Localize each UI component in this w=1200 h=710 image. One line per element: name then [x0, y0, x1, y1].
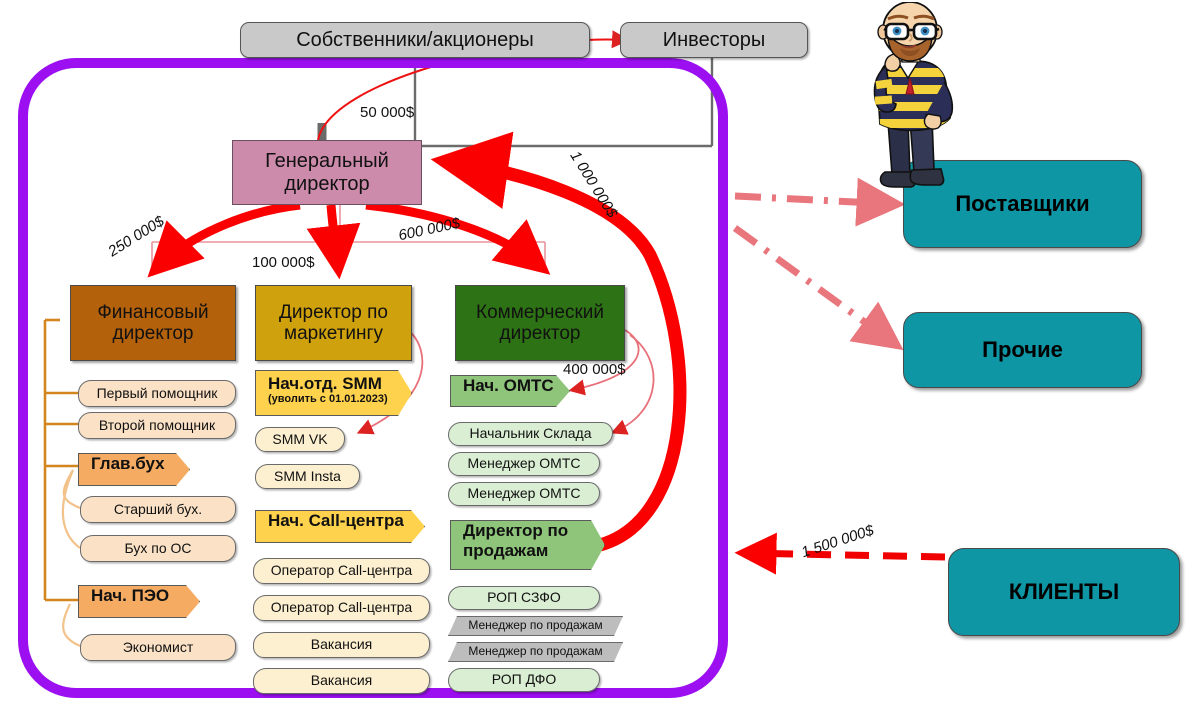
- node-first-assistant[interactable]: Первый помощник: [78, 380, 236, 407]
- org-chart-diagram: Собственники/акционеры Инвесторы Генерал…: [0, 0, 1200, 710]
- node-chief-accountant[interactable]: Глав.бух: [78, 453, 190, 486]
- node-economist[interactable]: Экономист: [80, 634, 236, 661]
- node-accountant-os[interactable]: Бух по ОС: [80, 535, 236, 562]
- node-warehouse-chief[interactable]: Начальник Склада: [448, 422, 613, 446]
- node-owners[interactable]: Собственники/акционеры: [240, 22, 590, 58]
- node-head-callcenter[interactable]: Нач. Call-центра: [255, 510, 425, 543]
- node-callcenter-operator-1[interactable]: Оператор Call-центра: [253, 558, 430, 584]
- node-second-assistant[interactable]: Второй помощник: [78, 412, 236, 439]
- cartoon-man-sitting-avatar: [873, 2, 954, 188]
- node-senior-accountant[interactable]: Старший бух.: [80, 496, 236, 523]
- node-head-smm[interactable]: Нач.отд. SMM (уволить с 01.01.2023): [255, 370, 412, 416]
- node-rop-dfo[interactable]: РОП ДФО: [448, 668, 600, 692]
- node-omts-manager-2[interactable]: Менеджер ОМТС: [448, 482, 600, 506]
- flow-clients-to-company: [734, 532, 946, 575]
- node-head-omts[interactable]: Нач. ОМТС: [450, 375, 570, 407]
- node-clients[interactable]: КЛИЕНТЫ: [948, 548, 1180, 636]
- flow-company-to-other: [732, 225, 904, 351]
- money-label-1500000: 1 500 000$: [799, 521, 876, 562]
- node-head-peo[interactable]: Нач. ПЭО: [78, 585, 200, 618]
- node-omts-manager-1[interactable]: Менеджер ОМТС: [448, 452, 600, 476]
- node-label: Нач.отд. SMM: [268, 374, 382, 393]
- money-label-50000: 50 000$: [360, 104, 415, 121]
- node-smm-vk[interactable]: SMM VK: [255, 427, 345, 452]
- node-investors[interactable]: Инвесторы: [620, 22, 808, 58]
- node-director-finance[interactable]: Финансовый директор: [70, 285, 236, 361]
- money-label-100000: 100 000$: [252, 254, 315, 271]
- node-label: Директор по продажам: [463, 521, 569, 560]
- node-other[interactable]: Прочие: [903, 312, 1142, 388]
- node-smm-insta[interactable]: SMM Insta: [255, 464, 360, 489]
- node-rop-szfo[interactable]: РОП СЗФО: [448, 586, 600, 610]
- node-director-marketing[interactable]: Директор по маркетингу: [255, 285, 412, 361]
- node-label: Нач. ОМТС: [463, 376, 554, 395]
- node-sales-director[interactable]: Директор по продажам: [450, 520, 605, 570]
- money-label-400000: 400 000$: [563, 361, 626, 378]
- node-vacancy-1[interactable]: Вакансия: [253, 632, 430, 658]
- node-label: Нач. ПЭО: [91, 586, 170, 605]
- node-sublabel: (уволить с 01.01.2023): [268, 393, 388, 406]
- node-sales-manager-2[interactable]: Менеджер по продажам: [448, 642, 623, 662]
- node-sales-manager-1[interactable]: Менеджер по продажам: [448, 616, 623, 636]
- node-label: Глав.бух: [91, 454, 165, 473]
- node-director-commercial[interactable]: Коммерческий директор: [455, 285, 625, 361]
- node-callcenter-operator-2[interactable]: Оператор Call-центра: [253, 595, 430, 621]
- node-general-director[interactable]: Генеральный директор: [232, 140, 422, 205]
- node-vacancy-2[interactable]: Вакансия: [253, 668, 430, 694]
- node-label: Нач. Call-центра: [268, 511, 404, 530]
